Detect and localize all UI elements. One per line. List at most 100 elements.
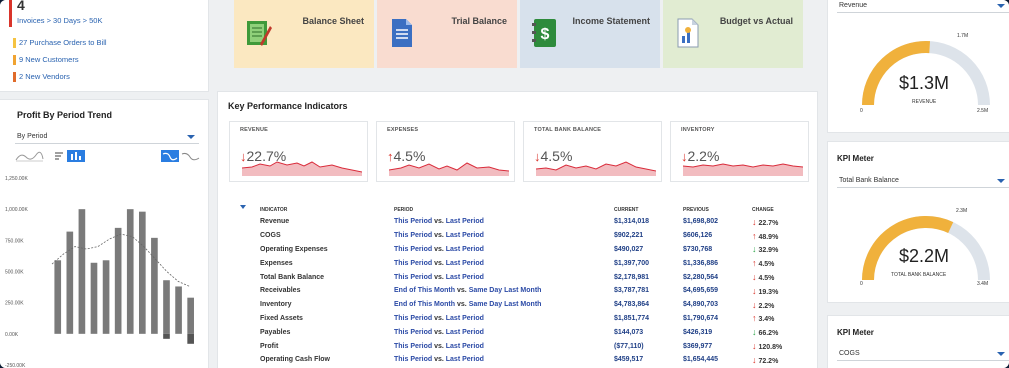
tile-budget-vs-actual[interactable]: Budget vs Actual: [663, 0, 803, 68]
meter-select[interactable]: COGS: [837, 348, 1009, 361]
bar-chart-icon[interactable]: [67, 150, 85, 162]
period-link[interactable]: Last Period: [446, 218, 484, 225]
kpi-card-expenses[interactable]: EXPENSES ↑4.5%: [376, 121, 515, 182]
area-chart-icon[interactable]: [15, 151, 44, 162]
period-select[interactable]: By Period: [15, 131, 199, 144]
gauge-max-label: 3.4M: [977, 281, 989, 287]
profit-bar[interactable]: [139, 211, 146, 334]
period-link[interactable]: This Period: [394, 343, 432, 350]
profit-bar-chart: 1,250.00K 1,000.00K 750.00K 500.00K 250.00K 0…: [5, 176, 194, 368]
period-link[interactable]: Last Period: [446, 246, 484, 253]
period-select-value: By Period: [17, 133, 48, 140]
period-link[interactable]: Last Period: [446, 343, 484, 350]
profit-bar[interactable]: [151, 237, 158, 334]
kpi-period: End of This Month vs. Same Day Last Mont…: [394, 284, 614, 298]
profit-bar[interactable]: [163, 280, 170, 334]
vs-label: vs.: [434, 245, 444, 253]
kpi-current: $4,783,864: [614, 301, 650, 309]
profit-bar[interactable]: [187, 297, 194, 334]
period-link[interactable]: Last Period: [446, 260, 484, 267]
change-arrow-icon: ↓: [752, 341, 757, 352]
col-current: CURRENT: [614, 207, 639, 213]
change-arrow-icon: ↓: [752, 244, 757, 255]
dashboard: 4 Invoices > 30 Days > 50K 27 Purchase O…: [0, 0, 1009, 368]
period-link[interactable]: Last Period: [446, 329, 484, 336]
vs-label: vs.: [434, 218, 444, 226]
kpi-indicator: Receivables: [260, 287, 301, 295]
period-link[interactable]: This Period: [394, 232, 432, 239]
period-link[interactable]: End of This Month: [394, 301, 455, 308]
period-link[interactable]: Same Day Last Month: [469, 287, 542, 294]
kpi-panel: Key Performance Indicators REVENUE ↓22.7…: [217, 91, 818, 368]
tile-trial-balance[interactable]: Trial Balance: [377, 0, 517, 68]
period-link[interactable]: Last Period: [446, 356, 484, 363]
gauge-caption: REVENUE: [912, 99, 937, 105]
col-period: PERIOD: [394, 207, 414, 213]
y-tick-label: 250.00K: [5, 301, 24, 307]
profit-bar-negative[interactable]: [187, 333, 194, 344]
change-value: 32.9%: [758, 247, 779, 255]
period-link[interactable]: This Period: [394, 274, 432, 281]
period-link[interactable]: This Period: [394, 329, 432, 336]
period-link[interactable]: Last Period: [446, 274, 484, 281]
profit-bar[interactable]: [54, 260, 62, 334]
kpi-card-bank-balance[interactable]: TOTAL BANK BALANCE ↓4.5%: [523, 121, 662, 182]
meter-select-value: Revenue: [839, 2, 868, 9]
period-link[interactable]: This Period: [394, 260, 432, 267]
alert-purchase-orders-link[interactable]: 27 Purchase Orders to Bill: [13, 38, 107, 48]
period-link[interactable]: This Period: [394, 315, 432, 322]
text-lines-icon[interactable]: [55, 152, 63, 160]
change-arrow-icon: ↑: [752, 258, 757, 269]
svg-text:$: $: [541, 26, 550, 43]
kpi-change: ↑ 3.4%: [752, 312, 804, 326]
period-link[interactable]: This Period: [394, 246, 432, 253]
col-indicator: INDICATOR: [260, 207, 288, 213]
profit-bar[interactable]: [114, 227, 122, 334]
kpi-previous: $1,698,802: [683, 218, 719, 226]
kpi-current: $902,221: [614, 232, 644, 240]
period-link[interactable]: This Period: [394, 218, 432, 225]
kpi-card-revenue[interactable]: REVENUE ↓22.7%: [229, 121, 368, 182]
profit-bar[interactable]: [90, 262, 98, 334]
line-chart-icon[interactable]: [161, 150, 179, 162]
kpi-card-inventory[interactable]: INVENTORY ↓2.2%: [670, 121, 809, 182]
chart-type-bar: [15, 150, 200, 162]
profit-bar[interactable]: [175, 286, 182, 334]
kpi-previous: $4,695,659: [683, 287, 719, 295]
period-link[interactable]: End of This Month: [394, 287, 455, 294]
meter-select[interactable]: Revenue: [837, 0, 1009, 13]
period-link[interactable]: This Period: [394, 356, 432, 363]
dollar-notebook-icon: $: [532, 19, 556, 47]
kpi-indicator: Total Bank Balance: [260, 273, 325, 281]
profit-bar[interactable]: [126, 209, 134, 334]
alert-new-vendors-link[interactable]: 2 New Vendors: [13, 72, 70, 82]
kpi-card-label: TOTAL BANK BALANCE: [534, 127, 602, 133]
profit-bar-negative[interactable]: [163, 333, 170, 339]
chevron-down-icon: [187, 135, 195, 139]
profit-bar[interactable]: [78, 209, 86, 334]
kpi-period: This Period vs. Last Period: [394, 270, 614, 284]
kpi-table: INDICATOR PERIOD CURRENT PREVIOUS CHANGE…: [234, 205, 804, 367]
alert-new-customers-link[interactable]: 9 New Customers: [13, 55, 79, 65]
profit-bar[interactable]: [66, 231, 74, 334]
meter-select[interactable]: Total Bank Balance: [837, 175, 1009, 188]
kpi-row: COGS This Period vs. Last Period $902,221 $…: [234, 229, 804, 243]
kpi-indicator: Revenue: [260, 218, 290, 226]
period-link[interactable]: Last Period: [446, 232, 484, 239]
vs-label: vs.: [434, 328, 444, 336]
vs-label: vs.: [434, 232, 444, 240]
tile-income-statement[interactable]: $ Income Statement: [520, 0, 660, 68]
kpi-previous: $369,977: [683, 342, 713, 350]
wave-chart-icon[interactable]: [181, 152, 200, 161]
kpi-period: This Period vs. Last Period: [394, 339, 614, 353]
y-tick-label: 750.00K: [5, 238, 24, 244]
profit-trend-title: Profit By Period Trend: [17, 110, 113, 120]
alert-invoices-link[interactable]: Invoices > 30 Days > 50K: [17, 16, 102, 25]
kpi-row: Receivables End of This Month vs. Same Da…: [234, 284, 804, 298]
change-value: 72.2%: [758, 357, 779, 365]
profit-bar[interactable]: [102, 260, 110, 334]
period-link[interactable]: Same Day Last Month: [469, 301, 542, 308]
period-link[interactable]: Last Period: [446, 315, 484, 322]
tile-budget-vs-actual-label: Budget vs Actual: [719, 16, 793, 26]
tile-balance-sheet[interactable]: Balance Sheet: [234, 0, 374, 68]
